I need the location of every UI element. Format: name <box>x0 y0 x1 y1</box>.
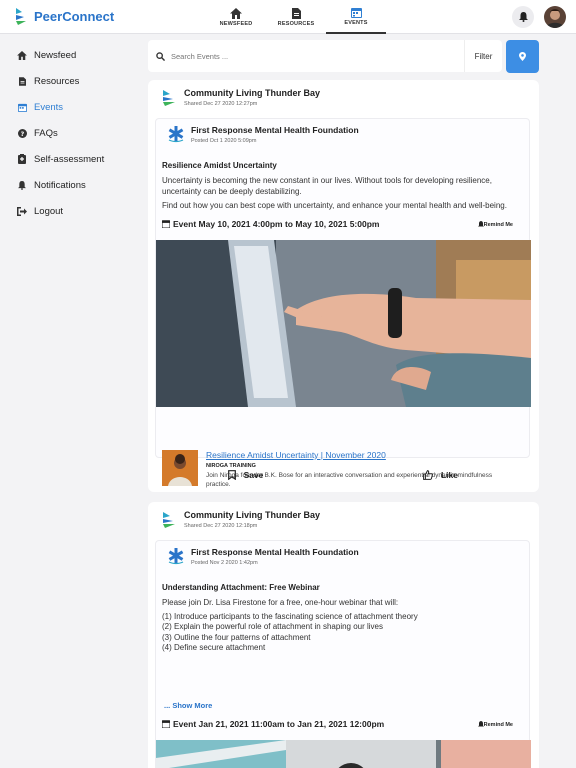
remind-me-button[interactable]: Remind Me <box>477 221 513 228</box>
calendar-icon <box>162 220 170 228</box>
sidebar-item-faqs[interactable]: ? FAQs <box>0 120 140 146</box>
remind-me-label: Remind Me <box>483 721 513 728</box>
search-input[interactable] <box>171 51 464 61</box>
post-list-item: (2) Explain the powerful role of attachm… <box>162 622 384 631</box>
home-icon <box>17 50 27 60</box>
calendar-icon <box>162 720 170 728</box>
bookmark-icon <box>227 470 236 480</box>
event-photo[interactable] <box>156 740 531 768</box>
event-datetime-text: Event May 10, 2021 4:00pm to May 10, 202… <box>173 219 380 229</box>
post-list-item: (4) Define secure attachment <box>162 643 266 652</box>
post-list-item: (3) Outline the four patterns of attachm… <box>162 632 311 642</box>
event-post-card: Community Living Thunder Bay Shared Dec … <box>148 502 539 768</box>
sidebar-item-notifications[interactable]: Notifications <box>0 172 140 198</box>
show-more-link[interactable]: ... Show More <box>164 701 212 710</box>
peerconnect-logo-icon <box>16 8 26 25</box>
top-bar: PeerConnect NEWSFEED RESOURCES EVENTS <box>0 0 576 34</box>
file-icon <box>18 76 26 86</box>
bell-icon <box>18 180 26 190</box>
calendar-icon <box>17 103 27 112</box>
link-thumbnail <box>162 450 198 486</box>
sidebar-item-label: Notifications <box>34 179 86 191</box>
sidebar-item-label: Logout <box>34 205 64 217</box>
sidebar-item-label: Self-assessment <box>34 153 105 165</box>
medical-star-icon <box>168 548 184 565</box>
search-bar: Filter <box>148 40 502 72</box>
post-list-item: (1) Introduce participants to the fascin… <box>162 611 418 621</box>
post-paragraph: Please join Dr. Lisa Firestone for a fre… <box>162 598 399 607</box>
post-heading: Resilience Amidst Uncertainty <box>162 161 277 170</box>
app-name: PeerConnect <box>34 8 115 24</box>
sidebar-item-label: Events <box>34 101 64 113</box>
remind-me-button[interactable]: Remind Me <box>477 721 513 728</box>
logout-icon <box>17 206 27 216</box>
tab-resources[interactable]: RESOURCES <box>266 0 326 34</box>
location-button[interactable] <box>506 40 539 73</box>
user-avatar[interactable] <box>544 6 566 28</box>
sidebar-item-label: Resources <box>34 75 80 87</box>
post-author[interactable]: Community Living Thunder Bay <box>184 510 320 520</box>
location-pin-icon <box>519 52 526 61</box>
org-name[interactable]: First Response Mental Health Foundation <box>191 547 359 557</box>
event-datetime: Event May 10, 2021 4:00pm to May 10, 202… <box>162 219 379 229</box>
shared-post: First Response Mental Health Foundation … <box>155 540 531 768</box>
file-icon <box>291 7 301 19</box>
calendar-icon <box>350 7 362 18</box>
posted-time: Posted Oct 1 2020 5:09pm <box>191 138 257 144</box>
bell-icon <box>518 12 528 22</box>
post-paragraph: Find out how you can best cope with unce… <box>162 201 507 210</box>
sidebar-item-resources[interactable]: Resources <box>0 68 140 94</box>
remind-me-label: Remind Me <box>483 221 513 228</box>
community-logo-icon <box>163 512 175 528</box>
event-datetime: Event Jan 21, 2021 11:00am to Jan 21, 20… <box>162 719 384 729</box>
post-heading: Understanding Attachment: Free Webinar <box>162 583 320 592</box>
post-paragraph: Uncertainty is becoming the new constant… <box>162 176 492 196</box>
notifications-button[interactable] <box>512 6 534 28</box>
filter-button[interactable]: Filter <box>464 40 502 72</box>
medical-star-icon <box>168 126 184 143</box>
event-post-card: Community Living Thunder Bay Shared Dec … <box>148 80 539 492</box>
clipboard-icon <box>18 154 26 164</box>
post-body: Please join Dr. Lisa Firestone for a fre… <box>162 598 522 654</box>
filter-label: Filter <box>474 51 493 61</box>
svg-text:?: ? <box>20 131 24 138</box>
community-logo-icon <box>163 90 175 106</box>
shared-post: First Response Mental Health Foundation … <box>155 118 531 488</box>
event-photo[interactable] <box>156 240 531 407</box>
thumbs-up-icon <box>423 470 433 480</box>
sidebar-item-label: FAQs <box>34 127 58 139</box>
link-source: NIROGA TRAINING <box>206 463 256 469</box>
post-body: Uncertainty is becoming the new constant… <box>162 176 522 212</box>
link-title[interactable]: Resilience Amidst Uncertainty | November… <box>206 450 506 460</box>
post-author[interactable]: Community Living Thunder Bay <box>184 88 320 98</box>
like-label: Like <box>440 470 458 480</box>
tab-events[interactable]: EVENTS <box>326 0 386 34</box>
post-actions: Save Like <box>148 470 539 480</box>
event-datetime-text: Event Jan 21, 2021 11:00am to Jan 21, 20… <box>173 719 385 729</box>
sidebar-item-newsfeed[interactable]: Newsfeed <box>0 42 140 68</box>
tab-label: RESOURCES <box>277 20 315 27</box>
sidebar: Newsfeed Resources Events ? FAQs Self-as… <box>0 42 140 224</box>
sidebar-item-self-assessment[interactable]: Self-assessment <box>0 146 140 172</box>
home-icon <box>230 7 242 19</box>
save-label: Save <box>243 470 264 480</box>
tab-label: NEWSFEED <box>219 20 253 27</box>
like-button[interactable]: Like <box>343 470 538 480</box>
org-name[interactable]: First Response Mental Health Foundation <box>191 125 359 135</box>
post-shared-time: Shared Dec 27 2020 12:18pm <box>184 523 258 529</box>
sidebar-item-events[interactable]: Events <box>0 94 140 120</box>
post-shared-time: Shared Dec 27 2020 12:27pm <box>184 101 258 107</box>
save-button[interactable]: Save <box>148 470 343 480</box>
sidebar-item-logout[interactable]: Logout <box>0 198 140 224</box>
posted-time: Posted Nov 2 2020 1:42pm <box>191 560 258 566</box>
tab-newsfeed[interactable]: NEWSFEED <box>206 0 266 34</box>
sidebar-item-label: Newsfeed <box>34 49 77 61</box>
search-icon <box>156 51 165 61</box>
question-icon: ? <box>17 128 27 138</box>
tab-label: EVENTS <box>344 19 368 26</box>
app-logo[interactable]: PeerConnect <box>14 6 114 26</box>
